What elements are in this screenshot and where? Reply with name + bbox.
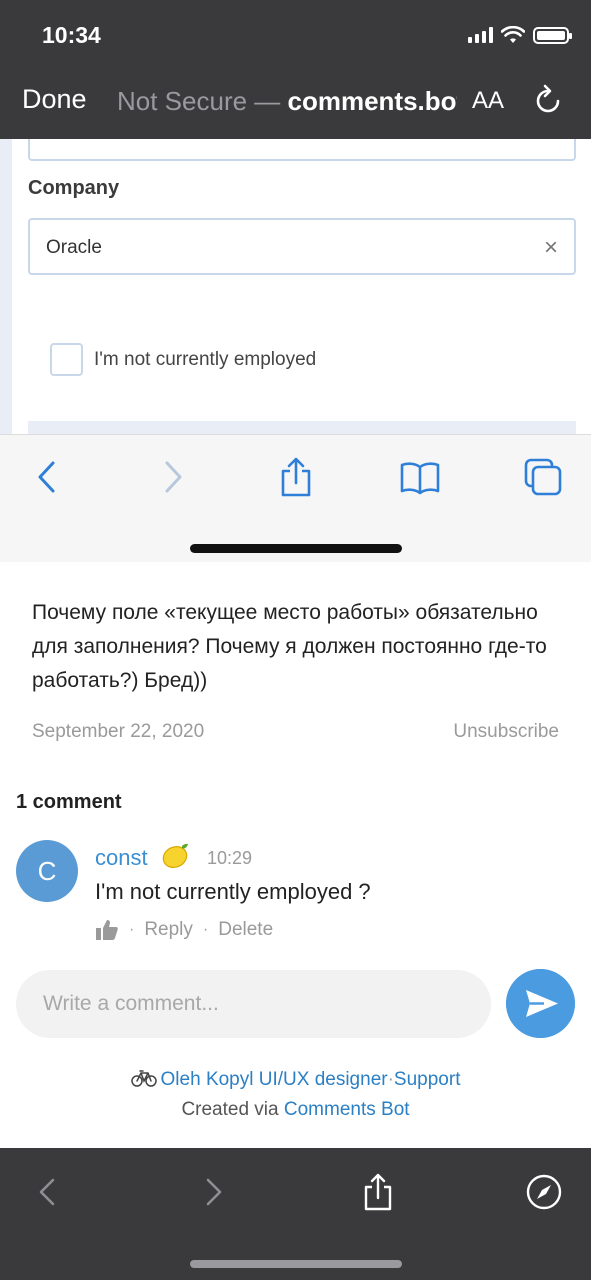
status-icons <box>468 26 572 44</box>
reload-icon[interactable] <box>534 84 564 118</box>
url-host: comments.bot <box>287 86 457 116</box>
lemon-icon <box>162 843 188 868</box>
unsubscribe-link[interactable]: Unsubscribe <box>453 721 559 743</box>
back-icon <box>38 461 55 493</box>
previous-field-input <box>28 139 576 161</box>
footer-channel-line: Oleh Kopyl UI/UX designer·Support <box>0 1069 591 1091</box>
action-separator: · <box>202 921 209 938</box>
back-icon[interactable] <box>28 1172 68 1212</box>
thumbs-up-icon[interactable] <box>95 919 119 941</box>
support-link[interactable]: Support <box>394 1069 461 1090</box>
action-separator: · <box>129 921 135 938</box>
comment-text: I'm not currently employed ? <box>95 879 371 904</box>
delete-button[interactable]: Delete <box>218 919 273 941</box>
form-section-divider <box>28 421 576 434</box>
comments-count: 1 comment <box>16 791 122 813</box>
embedded-safari-toolbar <box>0 434 591 562</box>
browser-bottom-bar <box>0 1148 591 1280</box>
not-employed-checkbox <box>50 343 83 376</box>
browser-nav-row: Done Not Secure — comments.bot AA <box>0 82 591 122</box>
avatar[interactable]: C <box>16 840 78 902</box>
created-via-label: Created via <box>181 1099 279 1120</box>
not-employed-label: I'm not currently employed <box>94 349 317 370</box>
bicycle-icon <box>130 1070 157 1087</box>
post-text: Почему поле «текущее место работы» обяза… <box>32 601 547 692</box>
share-icon <box>281 457 311 497</box>
done-button[interactable]: Done <box>22 84 87 115</box>
comment-actions: · Reply · Delete <box>95 919 273 941</box>
post-date: September 22, 2020 <box>32 721 205 742</box>
company-input: Oracle × <box>28 218 576 275</box>
reply-button[interactable]: Reply <box>144 919 193 941</box>
bookmarks-icon <box>400 462 440 495</box>
comment-author[interactable]: const <box>95 845 148 871</box>
battery-icon <box>533 26 572 44</box>
wifi-icon <box>501 26 525 43</box>
comments-bot-link[interactable]: Comments Bot <box>284 1099 410 1120</box>
send-icon[interactable] <box>506 969 575 1038</box>
url-bar[interactable]: Not Secure — comments.bot <box>117 86 457 117</box>
company-label: Company <box>28 177 120 199</box>
forward-icon[interactable] <box>193 1172 233 1212</box>
forward-icon <box>165 461 182 493</box>
browser-top-bar: 10:34 Done Not Secure — comments.bot AA <box>0 0 591 139</box>
clear-icon: × <box>543 234 558 261</box>
form-sidebar <box>0 139 12 434</box>
footer-created-line: Created via Comments Bot <box>0 1099 591 1121</box>
cellular-signal-icon <box>468 27 493 43</box>
compass-icon[interactable] <box>524 1172 564 1212</box>
comment-time: 10:29 <box>207 848 253 868</box>
comment-composer <box>16 970 491 1038</box>
tabs-icon <box>524 458 562 496</box>
embedded-form-screenshot: Company Oracle × I'm not currently emplo… <box>0 139 591 434</box>
comment-input[interactable] <box>16 970 491 1038</box>
home-indicator <box>190 1260 402 1268</box>
share-icon[interactable] <box>358 1172 398 1212</box>
company-value: Oracle <box>46 237 102 258</box>
security-label: Not Secure — <box>117 86 288 116</box>
status-time: 10:34 <box>42 22 101 48</box>
channel-link[interactable]: Oleh Kopyl UI/UX designer <box>161 1069 388 1090</box>
text-size-button[interactable]: AA <box>472 87 504 115</box>
embedded-home-indicator <box>190 544 402 553</box>
